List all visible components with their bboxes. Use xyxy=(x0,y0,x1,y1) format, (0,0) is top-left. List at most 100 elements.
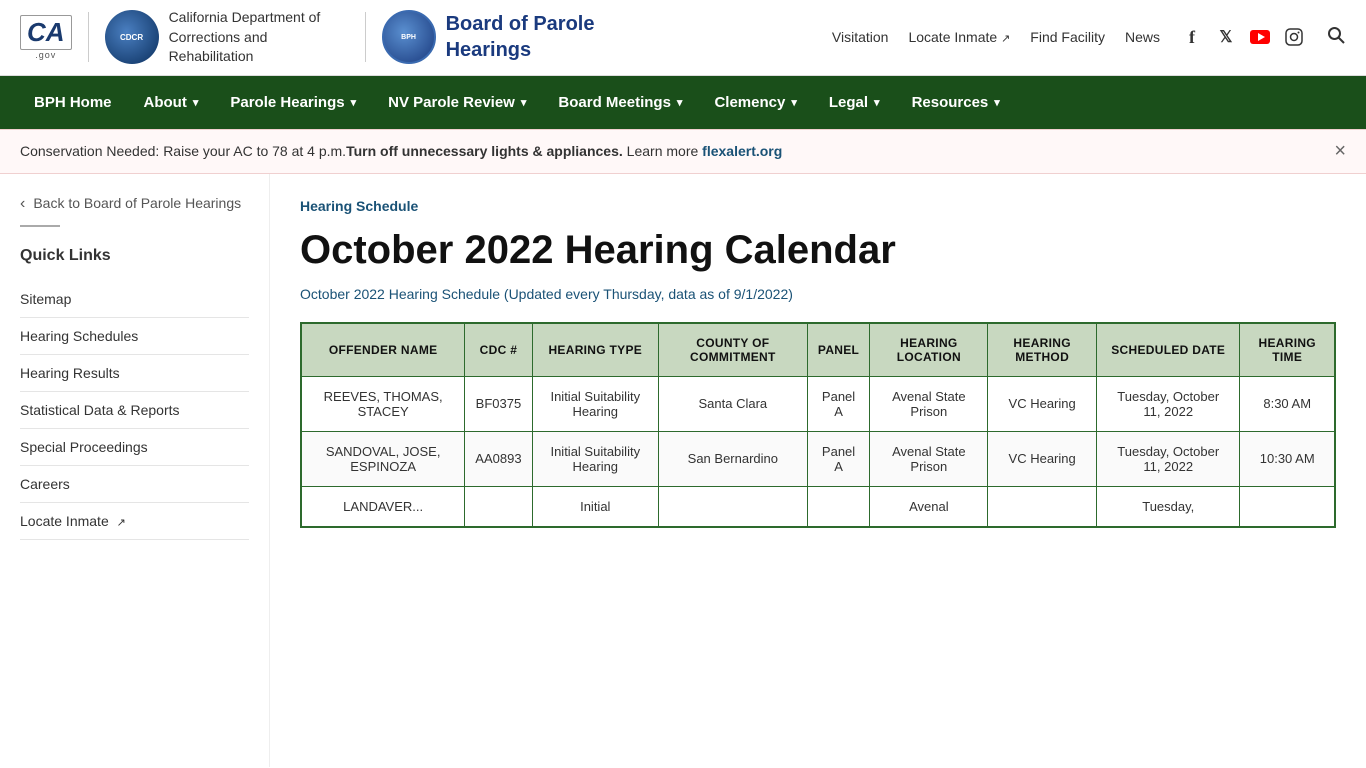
quick-links-title: Quick Links xyxy=(20,247,249,265)
header-divider-1 xyxy=(88,12,89,62)
sidebar-link-statistical-data[interactable]: Statistical Data & Reports xyxy=(20,392,249,429)
about-chevron-icon: ▾ xyxy=(193,96,199,109)
cell-panel: Panel A xyxy=(807,431,870,486)
cell-time: 10:30 AM xyxy=(1240,431,1335,486)
sidebar: ‹ Back to Board of Parole Hearings Quick… xyxy=(0,174,270,767)
nav-parole-hearings[interactable]: Parole Hearings ▾ xyxy=(216,76,370,129)
external-link-icon: ↗ xyxy=(1001,33,1010,45)
nav-resources[interactable]: Resources ▾ xyxy=(898,76,1014,129)
youtube-icon[interactable] xyxy=(1248,25,1272,49)
table-row: REEVES, THOMAS, STACEY BF0375 Initial Su… xyxy=(301,376,1335,431)
sidebar-link-special-proceedings[interactable]: Special Proceedings xyxy=(20,429,249,466)
col-header-county: COUNTY OF COMMITMENT xyxy=(659,323,808,377)
sidebar-back-link[interactable]: ‹ Back to Board of Parole Hearings xyxy=(20,194,249,214)
cdcr-logo-group: CDCR California Department of Correction… xyxy=(105,8,349,67)
social-icons: f 𝕏 xyxy=(1180,25,1306,49)
cell-method xyxy=(988,486,1097,527)
bph-logo-circle: BPH xyxy=(382,10,436,64)
nav-clemency[interactable]: Clemency ▾ xyxy=(700,76,810,129)
cell-date: Tuesday, xyxy=(1097,486,1240,527)
nav-board-meetings[interactable]: Board Meetings ▾ xyxy=(544,76,696,129)
top-nav-find-facility[interactable]: Find Facility xyxy=(1030,29,1105,45)
table-row: LANDAVER... Initial Avenal Tuesday, xyxy=(301,486,1335,527)
col-header-method: HEARING METHOD xyxy=(988,323,1097,377)
cell-time: 8:30 AM xyxy=(1240,376,1335,431)
cell-offender-name: REEVES, THOMAS, STACEY xyxy=(301,376,465,431)
resources-chevron-icon: ▾ xyxy=(994,96,1000,109)
alert-close-button[interactable]: × xyxy=(1334,140,1346,163)
cell-location: Avenal State Prison xyxy=(870,376,988,431)
col-header-cdc: CDC # xyxy=(465,323,532,377)
table-body: REEVES, THOMAS, STACEY BF0375 Initial Su… xyxy=(301,376,1335,527)
table-header-row: OFFENDER NAME CDC # HEARING TYPE COUNTY … xyxy=(301,323,1335,377)
locate-inmate-ext-icon: ↗ xyxy=(117,517,126,529)
col-header-panel: PANEL xyxy=(807,323,870,377)
board-meetings-chevron-icon: ▾ xyxy=(677,96,683,109)
sidebar-link-locate-inmate[interactable]: Locate Inmate ↗ xyxy=(20,503,249,540)
table-row: SANDOVAL, JOSE, ESPINOZA AA0893 Initial … xyxy=(301,431,1335,486)
cell-date: Tuesday, October 11, 2022 xyxy=(1097,376,1240,431)
col-header-hearing-type: HEARING TYPE xyxy=(532,323,658,377)
hearing-table: OFFENDER NAME CDC # HEARING TYPE COUNTY … xyxy=(300,322,1336,528)
alert-text: Conservation Needed: Raise your AC to 78… xyxy=(20,143,1318,159)
top-nav-locate-inmate[interactable]: Locate Inmate ↗ xyxy=(908,29,1010,45)
col-header-location: HEARING LOCATION xyxy=(870,323,988,377)
cell-hearing-type: Initial Suitability Hearing xyxy=(532,431,658,486)
alert-banner: Conservation Needed: Raise your AC to 78… xyxy=(0,129,1366,174)
sidebar-link-careers[interactable]: Careers xyxy=(20,466,249,503)
header-logos: CA .gov CDCR California Department of Co… xyxy=(20,8,594,67)
cell-county: San Bernardino xyxy=(659,431,808,486)
col-header-time: HEARING TIME xyxy=(1240,323,1335,377)
twitter-icon[interactable]: 𝕏 xyxy=(1214,25,1238,49)
nav-bph-home[interactable]: BPH Home xyxy=(20,76,126,129)
legal-chevron-icon: ▾ xyxy=(874,96,880,109)
cell-location: Avenal State Prison xyxy=(870,431,988,486)
bph-org-name: Board of Parole Hearings xyxy=(446,11,595,63)
main-nav: BPH Home About ▾ Parole Hearings ▾ NV Pa… xyxy=(0,76,1366,129)
cell-cdc: AA0893 xyxy=(465,431,532,486)
cell-panel xyxy=(807,486,870,527)
cell-method: VC Hearing xyxy=(988,376,1097,431)
cdcr-org-name: California Department of Corrections and… xyxy=(169,8,349,67)
search-button[interactable] xyxy=(1326,25,1346,50)
back-arrow-icon: ‹ xyxy=(20,195,25,213)
page-subtitle: October 2022 Hearing Schedule (Updated e… xyxy=(300,286,1336,302)
flexalert-link[interactable]: flexalert.org xyxy=(702,143,782,159)
nv-parole-review-chevron-icon: ▾ xyxy=(521,96,527,109)
nav-about[interactable]: About ▾ xyxy=(130,76,213,129)
nav-nv-parole-review[interactable]: NV Parole Review ▾ xyxy=(374,76,540,129)
sidebar-link-hearing-schedules[interactable]: Hearing Schedules xyxy=(20,318,249,355)
instagram-icon[interactable] xyxy=(1282,25,1306,49)
col-header-date: SCHEDULED DATE xyxy=(1097,323,1240,377)
cell-cdc: BF0375 xyxy=(465,376,532,431)
ca-gov-label: .gov xyxy=(35,50,56,60)
page-title: October 2022 Hearing Calendar xyxy=(300,226,1336,274)
cdcr-logo-circle: CDCR xyxy=(105,10,159,64)
facebook-icon[interactable]: f xyxy=(1180,25,1204,49)
cell-time xyxy=(1240,486,1335,527)
main-content: ‹ Back to Board of Parole Hearings Quick… xyxy=(0,174,1366,767)
cell-county: Santa Clara xyxy=(659,376,808,431)
cell-cdc xyxy=(465,486,532,527)
breadcrumb: Hearing Schedule xyxy=(300,198,1336,214)
top-header-right: Visitation Locate Inmate ↗ Find Facility… xyxy=(832,25,1346,50)
cell-method: VC Hearing xyxy=(988,431,1097,486)
cell-offender-name: LANDAVER... xyxy=(301,486,465,527)
cell-panel: Panel A xyxy=(807,376,870,431)
clemency-chevron-icon: ▾ xyxy=(791,96,797,109)
content-area: Hearing Schedule October 2022 Hearing Ca… xyxy=(270,174,1366,767)
sidebar-divider xyxy=(20,225,60,227)
top-nav-news[interactable]: News xyxy=(1125,29,1160,45)
ca-gov-logo[interactable]: CA .gov xyxy=(20,15,72,60)
nav-legal[interactable]: Legal ▾ xyxy=(815,76,894,129)
top-nav-visitation[interactable]: Visitation xyxy=(832,29,889,45)
ca-logo-text: CA xyxy=(20,15,72,50)
sidebar-link-sitemap[interactable]: Sitemap xyxy=(20,281,249,318)
col-header-offender-name: OFFENDER NAME xyxy=(301,323,465,377)
cell-date: Tuesday, October 11, 2022 xyxy=(1097,431,1240,486)
cell-location: Avenal xyxy=(870,486,988,527)
top-header: CA .gov CDCR California Department of Co… xyxy=(0,0,1366,76)
cell-county xyxy=(659,486,808,527)
table-header: OFFENDER NAME CDC # HEARING TYPE COUNTY … xyxy=(301,323,1335,377)
sidebar-link-hearing-results[interactable]: Hearing Results xyxy=(20,355,249,392)
